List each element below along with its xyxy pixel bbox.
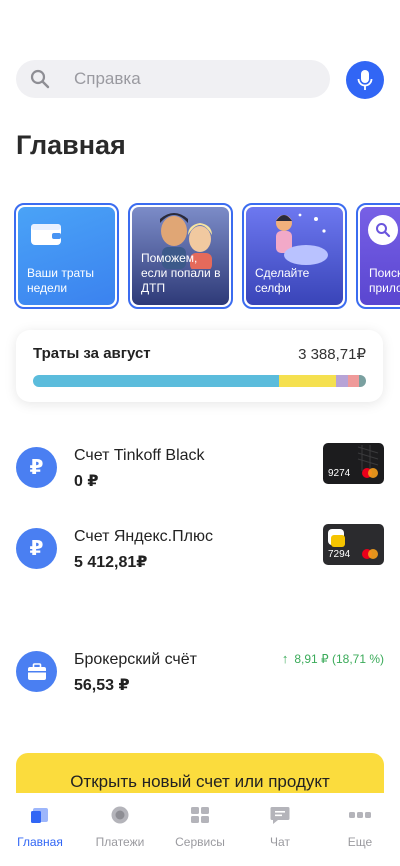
tab-label: Сервисы <box>175 835 225 849</box>
arrow-up-icon: ↑ <box>281 651 289 666</box>
services-icon <box>189 805 211 825</box>
story-label: Поиск прило <box>369 266 400 295</box>
tab-services[interactable]: Сервисы <box>160 793 240 866</box>
search-icon <box>30 69 50 89</box>
spending-segment <box>359 375 366 387</box>
mastercard-icon <box>362 468 378 478</box>
account-balance: 0 ₽ <box>74 473 99 490</box>
tab-chat[interactable]: Чат <box>240 793 320 866</box>
story-label: Сделайте селфи <box>255 266 310 295</box>
tab-home[interactable]: Главная <box>0 793 80 866</box>
briefcase-icon <box>16 651 57 692</box>
monthly-spending-card[interactable]: Траты за август 3 388,71₽ <box>16 330 383 402</box>
tab-label: Чат <box>270 835 290 849</box>
tab-label: Главная <box>17 835 63 849</box>
search-placeholder: Справка <box>74 69 141 88</box>
spending-segment <box>33 375 280 387</box>
account-balance: 5 412,81₽ <box>74 554 148 571</box>
ruble-icon: ₽ <box>16 447 57 488</box>
story-weekly-spending[interactable]: Ваши траты недели <box>14 203 119 309</box>
bank-card-thumbnail: 9274 <box>323 443 384 484</box>
microphone-icon <box>357 70 373 90</box>
chat-icon <box>269 805 291 825</box>
payments-icon <box>109 805 131 825</box>
spending-segment <box>347 375 360 387</box>
home-icon <box>29 805 51 825</box>
account-name: Счет Tinkoff Black <box>74 447 205 464</box>
spending-title: Траты за август <box>33 345 151 362</box>
story-label: Ваши траты недели <box>27 266 95 295</box>
bottom-tab-bar: Главная Платежи Сервисы Чат Еще <box>0 793 400 866</box>
page-title: Главная <box>16 130 126 160</box>
mastercard-icon <box>362 549 378 559</box>
tab-payments[interactable]: Платежи <box>80 793 160 866</box>
more-icon <box>349 805 371 825</box>
account-name: Брокерский счёт <box>74 651 197 668</box>
story-label: Поможем, если попали в ДТП <box>141 251 221 295</box>
ruble-icon: ₽ <box>16 528 57 569</box>
card-number: 7294 <box>328 549 351 560</box>
story-app-search[interactable]: Поиск прило <box>356 203 400 309</box>
spending-amount: 3 388,71₽ <box>298 346 366 363</box>
portfolio-change: ↑ 8,91 ₽ (18,71 %) <box>282 651 384 666</box>
selfie-illustration <box>276 213 328 265</box>
account-yandex-plus[interactable]: ₽ Счет Яндекс.Плюс 5 412,81₽ 7294 <box>16 524 384 572</box>
tab-label: Платежи <box>95 835 145 849</box>
account-tinkoff-black[interactable]: ₽ Счет Tinkoff Black 0 ₽ 9274 <box>16 443 384 491</box>
story-accident-help[interactable]: Поможем, если попали в ДТП <box>128 203 233 309</box>
wallet-icon <box>31 224 61 245</box>
card-number: 9274 <box>328 468 351 479</box>
search-input[interactable]: Справка <box>16 60 330 98</box>
search-badge-icon <box>368 215 398 245</box>
account-name: Счет Яндекс.Плюс <box>74 528 213 545</box>
tab-more[interactable]: Еще <box>320 793 400 866</box>
stories-carousel[interactable]: Ваши траты недели Поможем, если попали в… <box>14 203 400 309</box>
spending-segment <box>279 375 337 387</box>
voice-search-button[interactable] <box>346 61 384 99</box>
story-selfie[interactable]: Сделайте селфи <box>242 203 347 309</box>
spending-segment <box>336 375 348 387</box>
portfolio-change-value: 8,91 ₽ (18,71 %) <box>294 651 384 666</box>
tab-label: Еще <box>347 835 373 849</box>
account-brokerage[interactable]: Брокерский счёт 56,53 ₽ ↑ 8,91 ₽ (18,71 … <box>16 651 384 695</box>
spending-breakdown-bar <box>33 375 366 387</box>
account-balance: 56,53 ₽ <box>74 677 130 694</box>
bank-card-thumbnail: 7294 <box>323 524 384 565</box>
